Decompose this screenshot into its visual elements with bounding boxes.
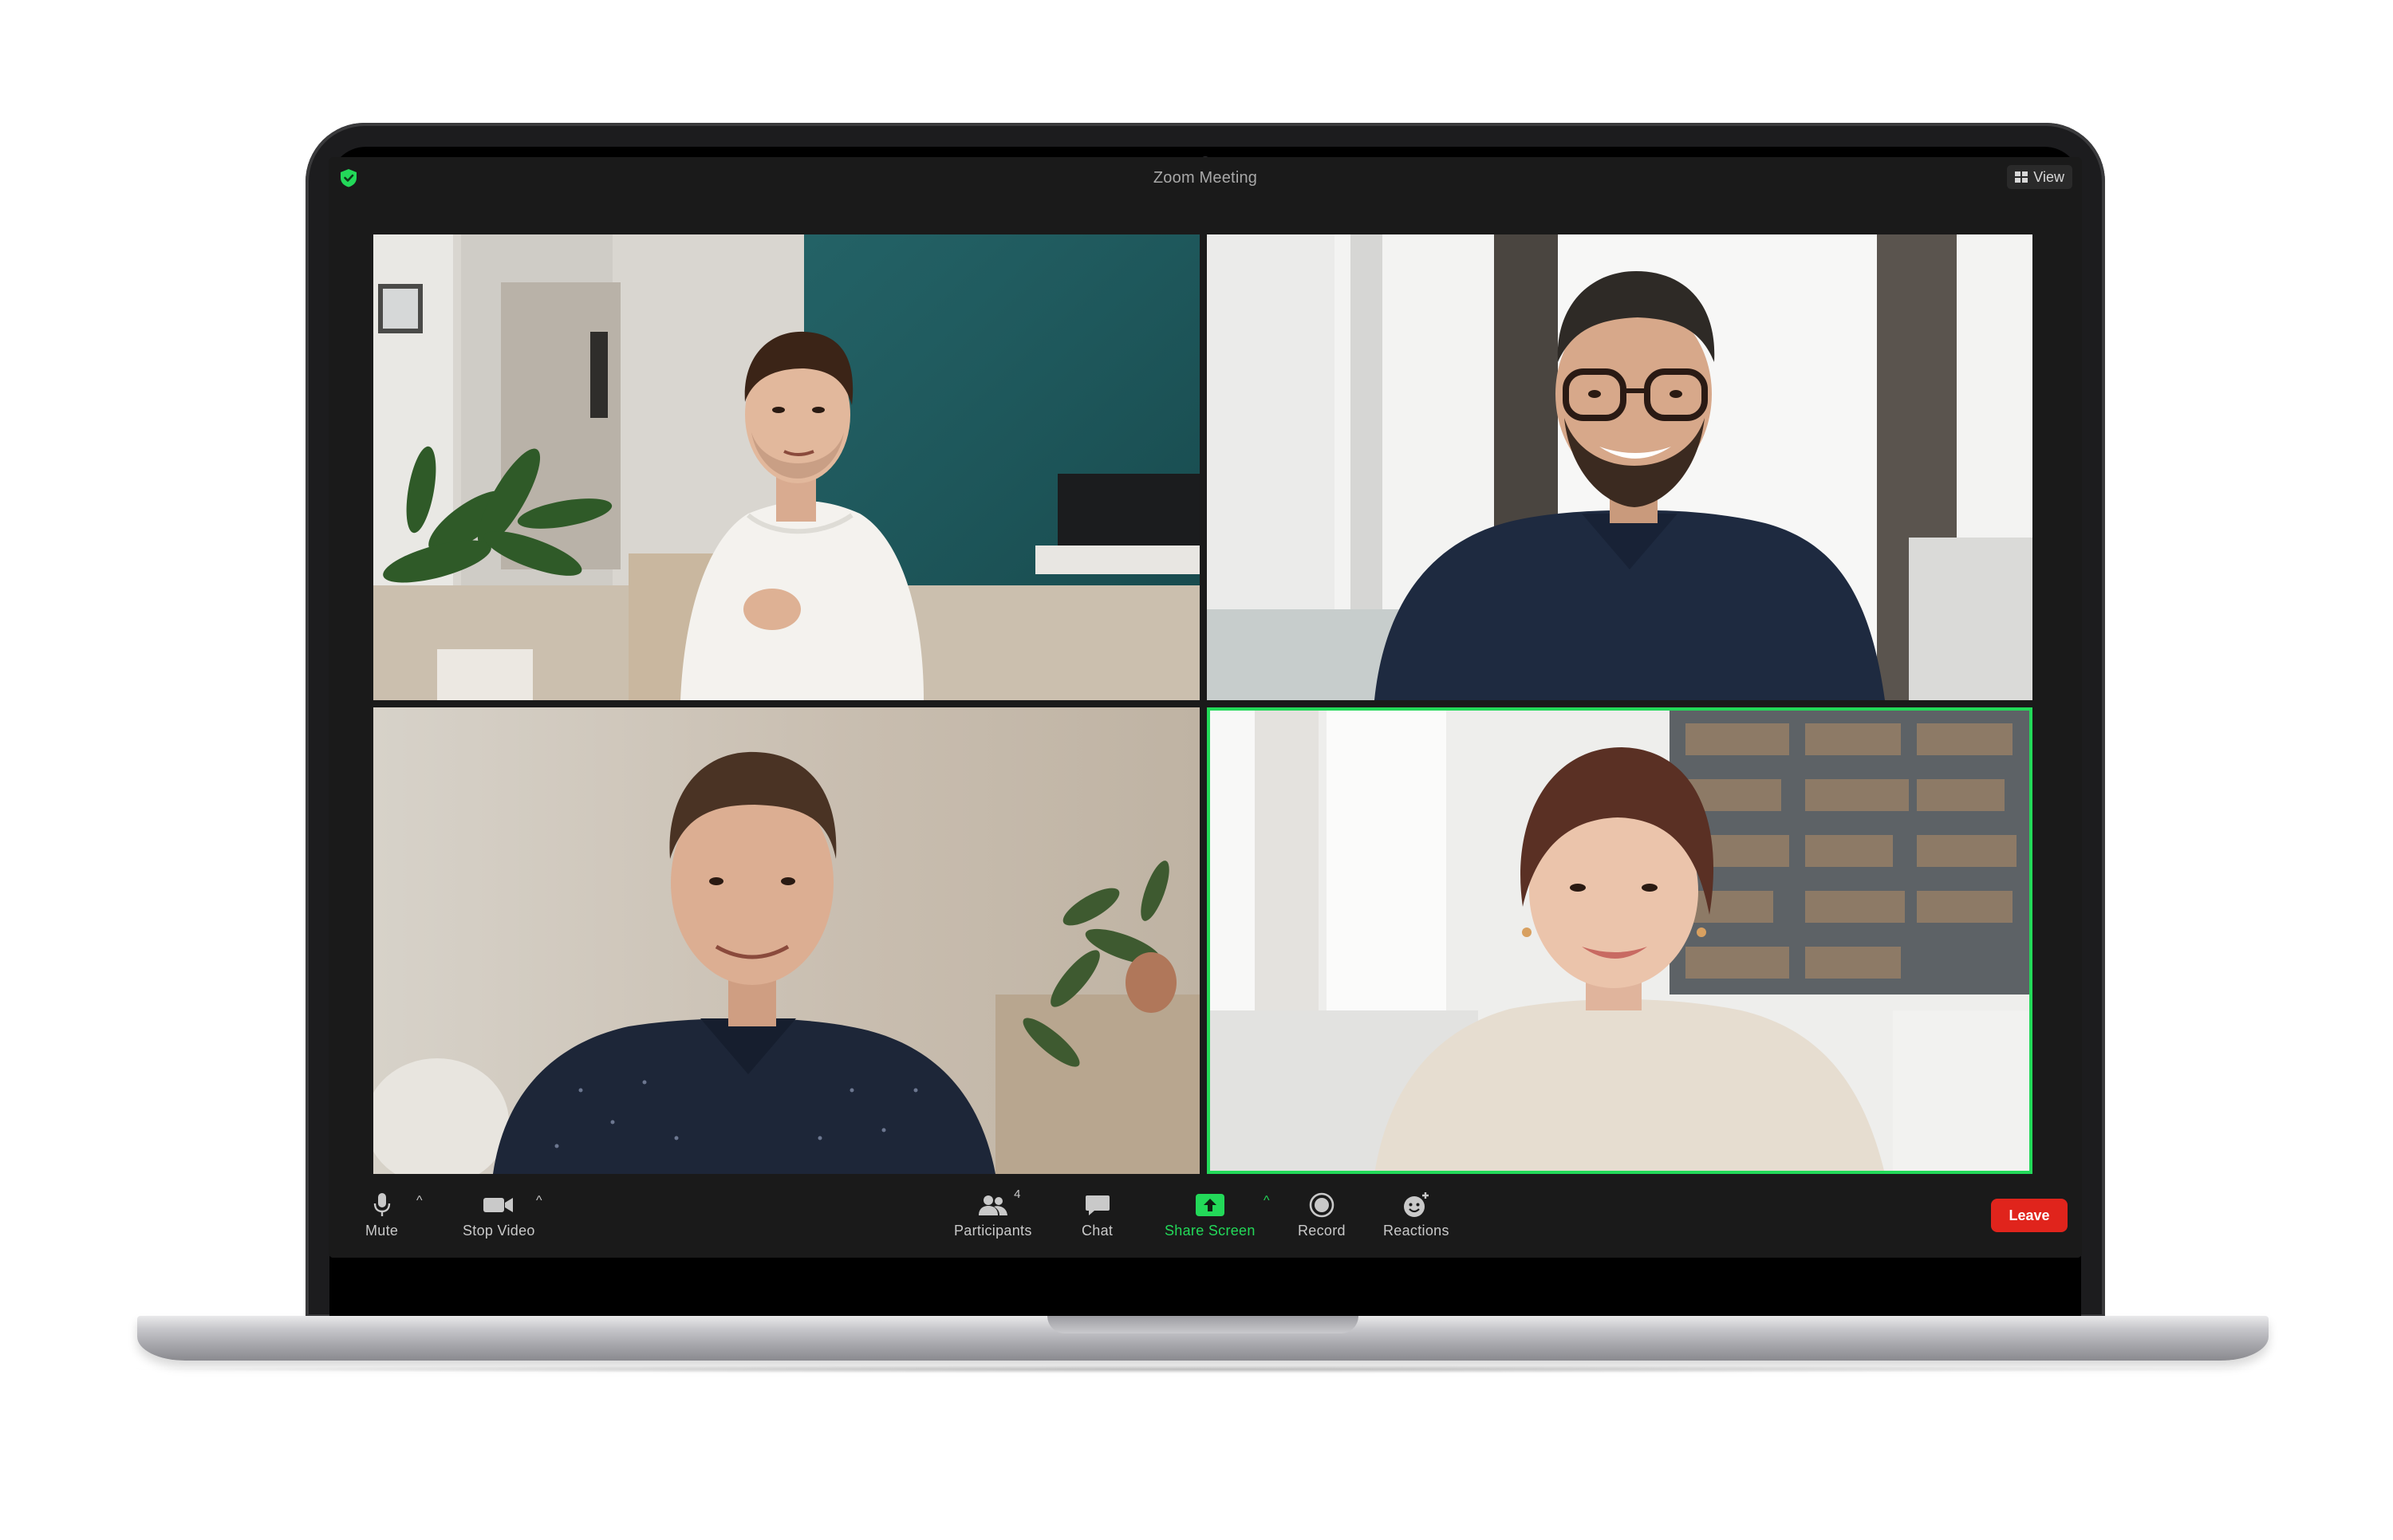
reactions-label: Reactions — [1383, 1223, 1449, 1239]
reactions-smiley-icon — [1404, 1192, 1429, 1217]
stop-video-label: Stop Video — [463, 1223, 535, 1239]
share-screen-label: Share Screen — [1165, 1223, 1256, 1239]
microphone-icon — [373, 1193, 390, 1216]
mute-button[interactable]: Mute — [365, 1191, 398, 1239]
video-tile-2[interactable] — [1207, 234, 2032, 700]
window-title: Zoom Meeting — [1153, 168, 1258, 187]
laptop-shadow — [112, 1365, 2294, 1373]
zoom-meeting-window: Zoom Meeting View Mute ^ Stop Video ^ 4 … — [329, 157, 2082, 1258]
mute-label: Mute — [365, 1223, 399, 1239]
participant-count: 4 — [1014, 1187, 1021, 1201]
title-bar: Zoom Meeting View — [329, 157, 2082, 199]
leave-button[interactable]: Leave — [1991, 1199, 2068, 1232]
view-button-label: View — [2033, 168, 2064, 185]
chat-bubble-icon — [1085, 1195, 1110, 1215]
share-options-chevron-icon[interactable]: ^ — [1264, 1194, 1270, 1208]
meeting-toolbar: Mute ^ Stop Video ^ 4 Participants Chat … — [329, 1181, 2082, 1258]
video-tile-3[interactable] — [373, 707, 1200, 1174]
video-tile-4[interactable] — [1207, 707, 2032, 1174]
participant-video-4 — [1207, 707, 2032, 1174]
view-button[interactable]: View — [2007, 165, 2072, 189]
video-options-chevron-icon[interactable]: ^ — [536, 1194, 542, 1208]
chat-label: Chat — [1082, 1223, 1114, 1239]
video-camera-icon — [483, 1198, 514, 1212]
share-screen-icon — [1195, 1194, 1224, 1216]
audio-options-chevron-icon[interactable]: ^ — [416, 1194, 423, 1208]
record-label: Record — [1298, 1223, 1346, 1239]
participant-video-2 — [1207, 234, 2032, 700]
participants-button[interactable]: 4 Participants — [954, 1187, 1032, 1239]
chat-button[interactable]: Chat — [1082, 1191, 1113, 1239]
participant-video-3 — [373, 707, 1200, 1174]
laptop-base — [137, 1316, 2269, 1361]
participant-video-1 — [373, 234, 1200, 700]
gallery-view-grid — [373, 234, 2032, 1174]
grid-view-icon — [2015, 171, 2028, 183]
record-button[interactable]: Record — [1298, 1191, 1346, 1239]
security-shield-icon[interactable] — [338, 167, 359, 188]
video-tile-1[interactable] — [373, 234, 1200, 700]
participants-icon — [978, 1195, 1007, 1215]
participants-label: Participants — [954, 1223, 1032, 1239]
stop-video-button[interactable]: Stop Video — [463, 1191, 535, 1239]
share-screen-button[interactable]: Share Screen — [1165, 1191, 1256, 1239]
laptop-notch — [1047, 1316, 1358, 1333]
record-icon — [1309, 1192, 1334, 1218]
reactions-button[interactable]: Reactions — [1383, 1191, 1449, 1239]
